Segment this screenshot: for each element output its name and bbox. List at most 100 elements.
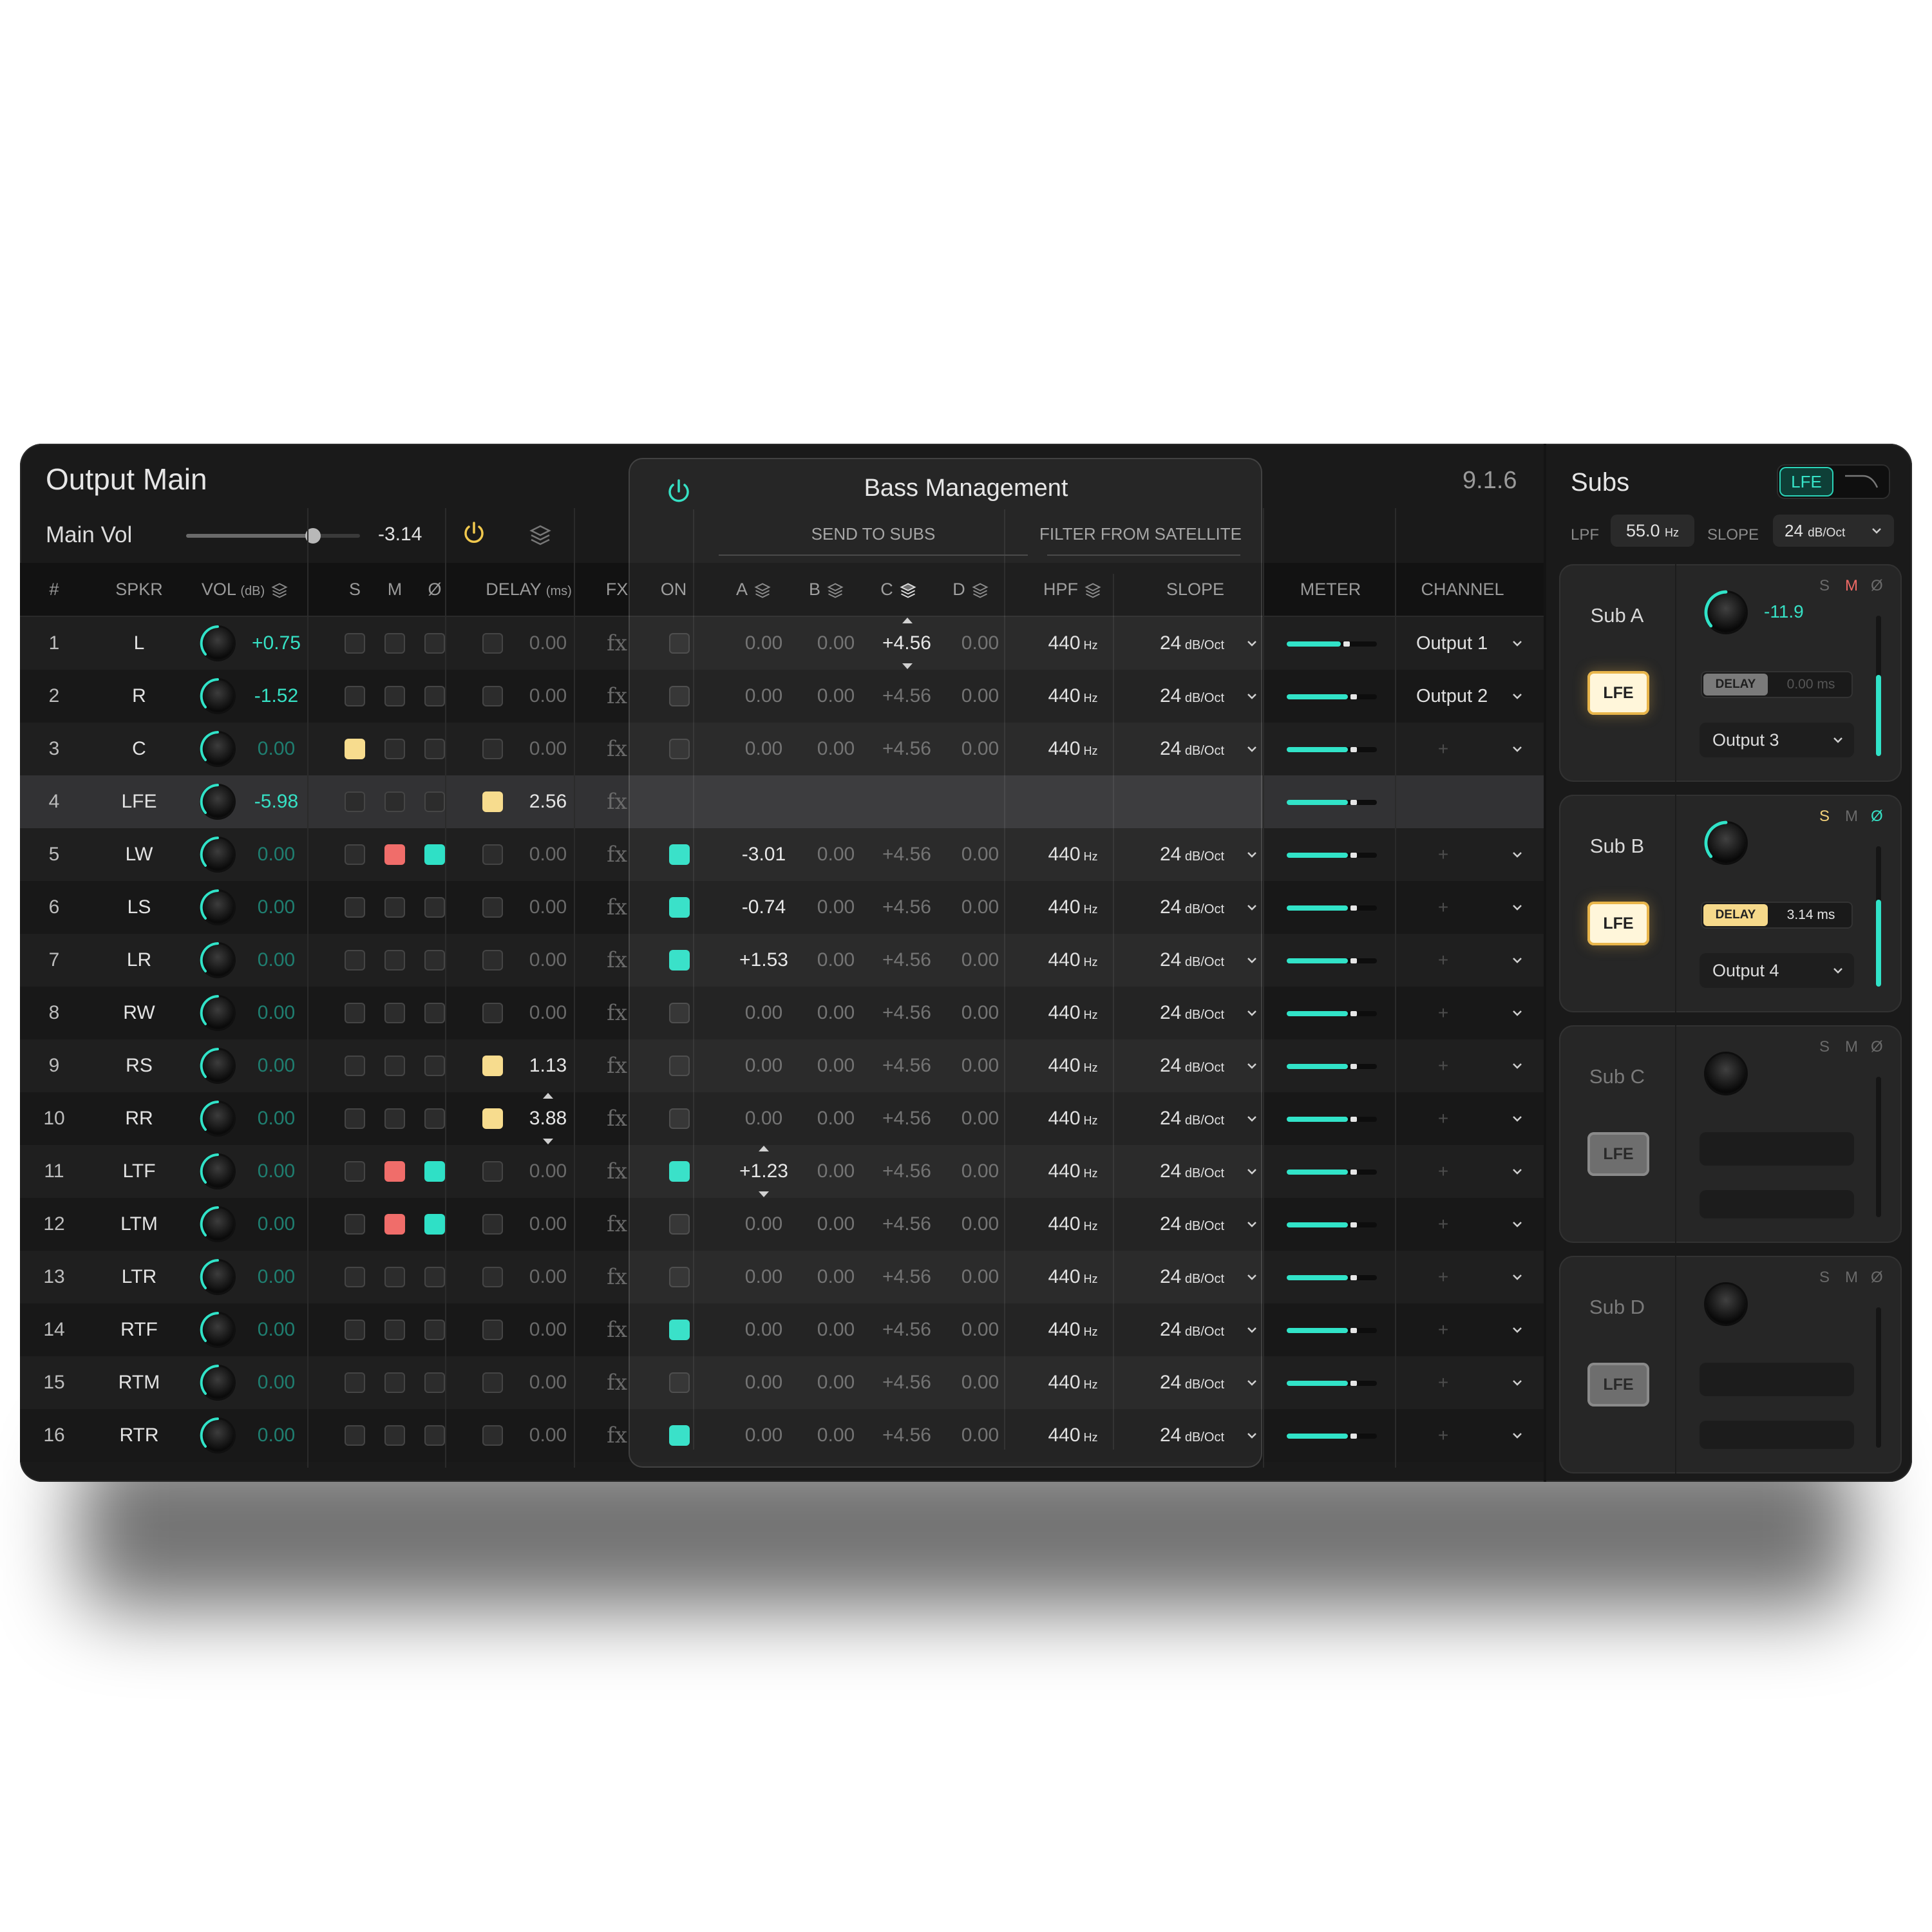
sub-output-dropdown[interactable]: Output 4 [1700, 953, 1854, 988]
value-up-arrow[interactable] [543, 1093, 553, 1099]
solo-toggle[interactable] [345, 1161, 365, 1182]
sub-solo-toggle[interactable]: S [1819, 1269, 1830, 1287]
phase-toggle[interactable] [424, 686, 445, 706]
sub-phase-toggle[interactable]: Ø [1871, 808, 1883, 826]
solo-toggle[interactable] [345, 633, 365, 654]
solo-toggle[interactable] [345, 950, 365, 971]
chevron-down-icon[interactable] [1831, 963, 1845, 978]
volume-knob[interactable] [200, 1417, 234, 1452]
sub-solo-toggle[interactable]: S [1819, 577, 1830, 595]
chevron-down-icon[interactable] [1510, 953, 1524, 967]
delay-toggle[interactable] [482, 791, 503, 812]
chevron-down-icon[interactable] [1510, 1112, 1524, 1126]
volume-knob[interactable] [200, 889, 234, 923]
solo-toggle[interactable] [345, 791, 365, 812]
layers-icon[interactable] [527, 522, 553, 548]
chevron-down-icon[interactable] [1510, 1428, 1524, 1443]
phase-toggle[interactable] [424, 1108, 445, 1129]
solo-toggle[interactable] [345, 739, 365, 759]
sub-mute-toggle[interactable]: M [1845, 808, 1858, 826]
phase-toggle[interactable] [424, 1003, 445, 1023]
sub-delay-toggle[interactable]: DELAY [1703, 904, 1768, 926]
delay-toggle[interactable] [482, 633, 503, 654]
solo-toggle[interactable] [345, 1425, 365, 1446]
solo-toggle[interactable] [345, 1320, 365, 1340]
phase-toggle[interactable] [424, 791, 445, 812]
sub-phase-toggle[interactable]: Ø [1871, 577, 1883, 595]
delay-toggle[interactable] [482, 1003, 503, 1023]
sub-delay-toggle[interactable]: DELAY [1703, 674, 1768, 696]
layers-icon[interactable] [270, 581, 289, 600]
phase-toggle[interactable] [424, 950, 445, 971]
mute-toggle[interactable] [384, 739, 405, 759]
value-down-arrow[interactable] [543, 1139, 553, 1144]
delay-toggle[interactable] [482, 739, 503, 759]
main-vol-slider[interactable] [186, 528, 360, 544]
power-icon[interactable] [664, 477, 694, 507]
power-icon[interactable] [460, 520, 488, 547]
subs-mode-toggle[interactable]: LFE [1777, 464, 1890, 499]
phase-toggle[interactable] [424, 1320, 445, 1340]
mute-toggle[interactable] [384, 1320, 405, 1340]
phase-toggle[interactable] [424, 739, 445, 759]
delay-toggle[interactable] [482, 1214, 503, 1235]
volume-knob[interactable] [200, 678, 234, 712]
sub-mute-toggle[interactable]: M [1845, 577, 1858, 595]
phase-toggle[interactable] [424, 844, 445, 865]
sub-solo-toggle[interactable]: S [1819, 808, 1830, 826]
sub-gain-knob[interactable] [1706, 1284, 1746, 1324]
mute-toggle[interactable] [384, 633, 405, 654]
chevron-down-icon[interactable] [1510, 742, 1524, 756]
sub-phase-toggle[interactable]: Ø [1871, 1269, 1883, 1287]
mute-toggle[interactable] [384, 1372, 405, 1393]
sub-delay-field[interactable]: DELAY 0.00 ms [1701, 671, 1853, 698]
volume-knob[interactable] [200, 1048, 234, 1082]
delay-toggle[interactable] [482, 1425, 503, 1446]
solo-toggle[interactable] [345, 844, 365, 865]
subs-slope-dropdown[interactable]: 24 dB/Oct [1773, 515, 1894, 547]
sub-delay-field[interactable]: DELAY 3.14 ms [1701, 902, 1853, 929]
mute-toggle[interactable] [384, 791, 405, 812]
solo-toggle[interactable] [345, 1108, 365, 1129]
chevron-down-icon[interactable] [1510, 1059, 1524, 1073]
subs-lpf-field[interactable]: 55.0 Hz [1611, 515, 1694, 547]
delay-toggle[interactable] [482, 1056, 503, 1076]
sub-phase-toggle[interactable]: Ø [1871, 1038, 1883, 1056]
solo-toggle[interactable] [345, 1214, 365, 1235]
mute-toggle[interactable] [384, 950, 405, 971]
phase-toggle[interactable] [424, 1056, 445, 1076]
sub-mute-toggle[interactable]: M [1845, 1038, 1858, 1056]
delay-toggle[interactable] [482, 1108, 503, 1129]
chevron-down-icon[interactable] [1510, 636, 1524, 650]
mute-toggle[interactable] [384, 1108, 405, 1129]
delay-toggle[interactable] [482, 1320, 503, 1340]
chevron-down-icon[interactable] [1510, 689, 1524, 703]
volume-knob[interactable] [200, 1365, 234, 1399]
delay-toggle[interactable] [482, 1267, 503, 1287]
solo-toggle[interactable] [345, 1056, 365, 1076]
volume-knob[interactable] [200, 625, 234, 659]
subs-lfe-toggle[interactable]: LFE [1779, 467, 1833, 497]
delay-toggle[interactable] [482, 1372, 503, 1393]
sub-mute-toggle[interactable]: M [1845, 1269, 1858, 1287]
chevron-down-icon[interactable] [1831, 733, 1845, 747]
chevron-down-icon[interactable] [1510, 1006, 1524, 1020]
lowpass-curve-icon[interactable] [1840, 469, 1884, 494]
volume-knob[interactable] [200, 784, 234, 818]
solo-toggle[interactable] [345, 1003, 365, 1023]
solo-toggle[interactable] [345, 686, 365, 706]
mute-toggle[interactable] [384, 686, 405, 706]
chevron-down-icon[interactable] [1510, 1376, 1524, 1390]
delay-toggle[interactable] [482, 950, 503, 971]
chevron-down-icon[interactable] [1510, 900, 1524, 914]
lfe-button[interactable]: LFE [1587, 1363, 1649, 1406]
delay-toggle[interactable] [482, 686, 503, 706]
chevron-down-icon[interactable] [1510, 1217, 1524, 1231]
phase-toggle[interactable] [424, 633, 445, 654]
lfe-button[interactable]: LFE [1587, 671, 1649, 715]
mute-toggle[interactable] [384, 1161, 405, 1182]
volume-knob[interactable] [200, 1312, 234, 1346]
phase-toggle[interactable] [424, 1161, 445, 1182]
lfe-button[interactable]: LFE [1587, 1132, 1649, 1176]
mute-toggle[interactable] [384, 1425, 405, 1446]
